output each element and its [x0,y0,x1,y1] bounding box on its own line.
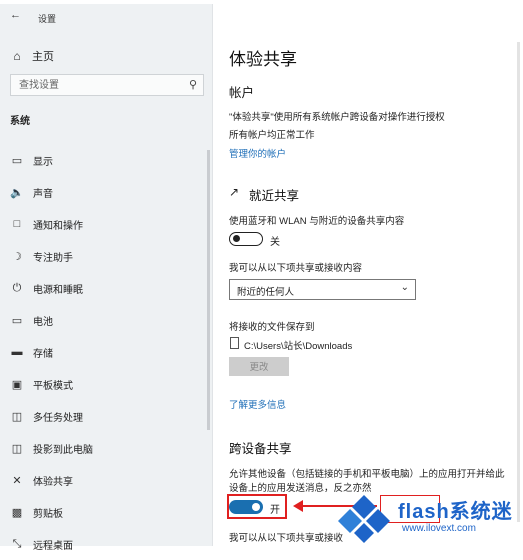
change-button[interactable]: 更改 [229,357,289,376]
sidebar-item-label: 剪贴板 [33,508,63,520]
sidebar-item-label: 电源和睡眠 [33,284,83,296]
home-nav-item[interactable]: ⌂ 主页 [10,47,54,65]
sidebar-item-notifications[interactable]: □ 通知和操作 [0,208,213,240]
accounts-heading: 帐户 [229,86,255,100]
sidebar-item-label: 平板模式 [33,380,73,392]
nearby-receive-select[interactable]: 附近的任何人 ⌄ [229,279,416,300]
annotation-highlight-box [227,494,287,519]
sidebar-scrollbar[interactable] [207,150,210,430]
page-title: 体验共享 [229,50,297,69]
file-icon [230,337,239,349]
accounts-desc: "体验共享"使用所有系统帐户跨设备对操作进行授权 [229,112,445,123]
speaker-icon: 🔈 [10,186,24,199]
window-title: 设置 [38,14,57,24]
sidebar-item-clipboard[interactable]: ▩ 剪贴板 [0,496,213,528]
sidebar-item-label: 存储 [33,348,53,360]
title-bar: ← 设置 [0,4,213,28]
notification-icon: □ [13,218,21,230]
remote-desktop-icon: ⤡ [12,537,22,550]
search-box[interactable]: ⚲ [10,74,204,96]
sidebar-item-storage[interactable]: ▬ 存储 [0,336,213,368]
manage-accounts-link[interactable]: 管理你的帐户 [229,146,286,160]
learn-more-link[interactable]: 了解更多信息 [229,397,286,411]
sidebar-item-label: 专注助手 [33,252,73,264]
cross-device-heading: 跨设备共享 [229,442,292,456]
sidebar-item-focus-assist[interactable]: ☽ 专注助手 [0,240,213,272]
battery-icon: ▭ [11,314,23,327]
power-icon: ⏻ [12,281,22,294]
sidebar-item-label: 声音 [33,188,53,200]
save-location-path: C:\Users\站长\Downloads [244,341,353,352]
back-arrow-icon[interactable]: ← [10,9,21,21]
nearby-desc: 使用蓝牙和 WLAN 与附近的设备共享内容 [229,216,405,227]
nearby-share-toggle[interactable] [229,232,263,246]
home-icon: ⌂ [13,49,21,63]
sidebar-item-label: 电池 [33,316,53,328]
search-icon[interactable]: ⚲ [189,78,197,91]
home-label: 主页 [32,51,54,63]
shared-experiences-icon: ✕ [12,474,22,487]
watermark-text: flash系统迷 [398,501,513,523]
save-location-label: 将接收的文件保存到 [229,322,315,333]
sidebar-item-projecting[interactable]: ◫ 投影到此电脑 [0,432,213,464]
nearby-toggle-state: 关 [270,237,280,248]
sidebar-item-multitasking[interactable]: ◫ 多任务处理 [0,400,213,432]
nearby-share-icon: ↗ [229,185,240,199]
main-content: 体验共享 帐户 "体验共享"使用所有系统帐户跨设备对操作进行授权 所有帐户均正常… [229,0,523,546]
sidebar-item-label: 显示 [33,156,53,168]
sidebar-item-remote-desktop[interactable]: ⤡ 远程桌面 [0,528,213,560]
sidebar-item-shared-experiences[interactable]: ✕ 体验共享 [0,464,213,496]
nearby-receive-label: 我可以从以下项共享或接收内容 [229,263,363,274]
sidebar-item-label: 通知和操作 [33,220,83,232]
moon-icon: ☽ [12,250,22,263]
sidebar-item-label: 多任务处理 [33,412,83,424]
sidebar-nav: ▭ 显示 🔈 声音 □ 通知和操作 ☽ 专注助手 ⏻ 电源和睡眠 ▭ 电池 ▬ … [0,144,213,560]
sidebar-item-battery[interactable]: ▭ 电池 [0,304,213,336]
sidebar-item-label: 远程桌面 [33,540,73,552]
section-label: 系统 [10,116,30,127]
watermark: flash系统迷 www.ilovext.com [330,490,523,546]
nearby-heading: 就近共享 [249,189,300,203]
cross-device-desc-1: 允许其他设备（包括链接的手机和平板电脑）上的应用打开并给此 [229,469,505,480]
project-icon: ◫ [11,442,23,455]
sidebar-item-label: 投影到此电脑 [33,444,93,456]
sidebar-item-sound[interactable]: 🔈 声音 [0,176,213,208]
search-input[interactable] [11,75,189,96]
clipboard-icon: ▩ [11,506,23,519]
cross-device-receive-label: 我可以从以下项共享或接收 [229,533,344,544]
sidebar-item-label: 体验共享 [33,476,73,488]
storage-icon: ▬ [11,346,23,358]
monitor-icon: ▭ [11,154,23,167]
main-scrollbar[interactable] [517,42,520,522]
toggle-knob [233,235,240,242]
chevron-down-icon: ⌄ [400,282,409,293]
sidebar-item-tablet-mode[interactable]: ▣ 平板模式 [0,368,213,400]
select-value: 附近的任何人 [237,287,295,298]
tablet-icon: ▣ [11,378,23,391]
accounts-status: 所有帐户均正常工作 [229,130,315,141]
sidebar-item-display[interactable]: ▭ 显示 [0,144,213,176]
watermark-logo-icon [338,495,390,543]
watermark-url: www.ilovext.com [402,523,476,534]
multitask-icon: ◫ [11,410,23,423]
sidebar-item-power-sleep[interactable]: ⏻ 电源和睡眠 [0,272,213,304]
